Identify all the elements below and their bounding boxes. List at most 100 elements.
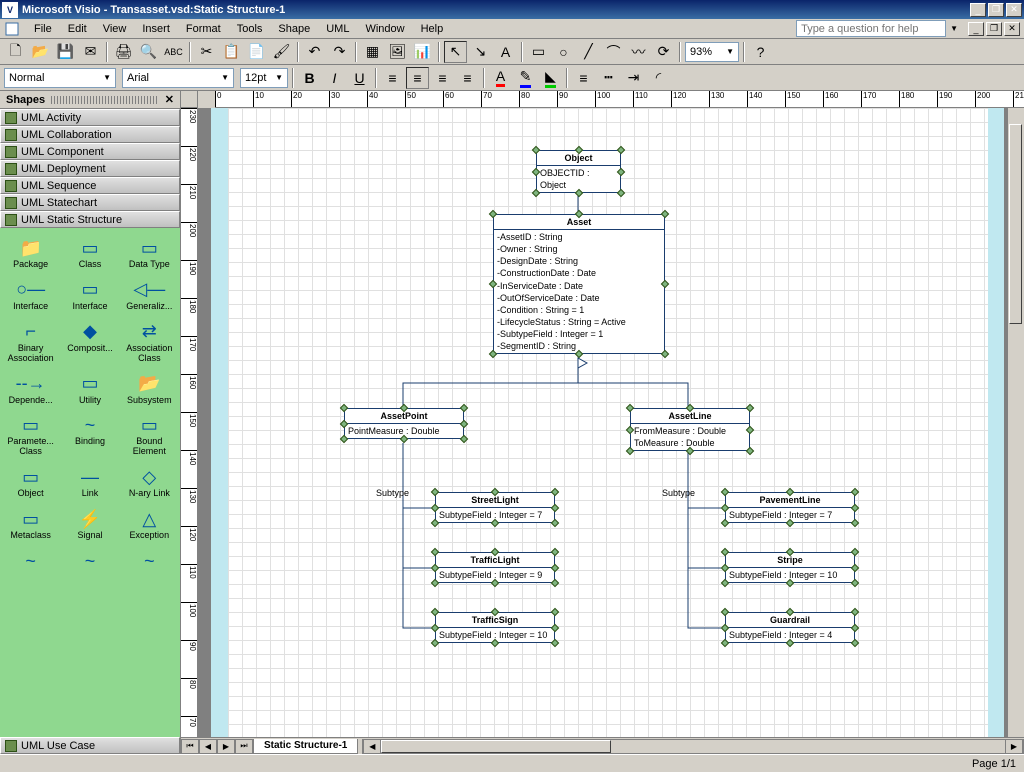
stencil-shape[interactable]: ▭Metaclass [2, 505, 59, 543]
stencil-shape[interactable]: ⚡Signal [61, 505, 118, 543]
selection-handle[interactable] [551, 519, 559, 527]
vertical-scrollbar[interactable] [1007, 108, 1024, 737]
selection-handle[interactable] [851, 519, 859, 527]
print-button[interactable]: 🖨 [112, 41, 135, 63]
style-combo[interactable]: Normal▼ [4, 68, 116, 88]
stencil-header[interactable]: UML Activity [0, 109, 180, 126]
align-center-button[interactable]: ≡ [406, 67, 429, 89]
text-tool-button[interactable]: A [494, 41, 517, 63]
stencil-shape[interactable]: △Exception [121, 505, 178, 543]
sheet-tab[interactable]: Static Structure-1 [253, 739, 358, 754]
font-color-button[interactable]: A [489, 67, 512, 89]
ellipse-tool-button[interactable]: ○ [552, 41, 575, 63]
selection-handle[interactable] [551, 639, 559, 647]
insert-picture-button[interactable]: 🖼 [386, 41, 409, 63]
sheet-prev-button[interactable]: ◀ [199, 739, 217, 754]
selection-handle[interactable] [617, 189, 625, 197]
minimize-button[interactable]: _ [970, 3, 986, 17]
shapes-window-button[interactable]: ▦ [361, 41, 384, 63]
selection-handle[interactable] [551, 579, 559, 587]
align-justify-button[interactable]: ≡ [456, 67, 479, 89]
uml-class-object[interactable]: Object OBJECTID : Object [536, 150, 621, 193]
sheet-first-button[interactable]: ⏮ [181, 739, 199, 754]
fill-color-button[interactable]: ◣ [539, 67, 562, 89]
fontsize-combo[interactable]: 12pt▼ [240, 68, 288, 88]
selection-handle[interactable] [661, 350, 669, 358]
doc-close-button[interactable]: ✕ [1004, 22, 1020, 36]
stencil-header[interactable]: UML Statechart [0, 194, 180, 211]
menu-view[interactable]: View [95, 21, 135, 37]
copy-button[interactable]: 📋 [220, 41, 243, 63]
stencil-shape[interactable]: ⇄Association Class [121, 318, 178, 366]
stencil-shape[interactable]: ◆Composit... [61, 318, 118, 366]
stencil-header-active[interactable]: UML Static Structure [0, 211, 180, 228]
stencil-shape[interactable]: 📁Package [2, 234, 59, 272]
help-dropdown-icon[interactable]: ▼ [950, 24, 958, 33]
stencil-header[interactable]: UML Component [0, 143, 180, 160]
stencil-shape[interactable]: ▭Bound Element [121, 411, 178, 459]
stencil-header[interactable]: UML Sequence [0, 177, 180, 194]
selection-handle[interactable] [851, 639, 859, 647]
corner-rounding-button[interactable]: ◜ [647, 67, 670, 89]
connector-tool-button[interactable]: ↘ [469, 41, 492, 63]
selection-handle[interactable] [460, 435, 468, 443]
freeform-tool-button[interactable]: 〰 [627, 41, 650, 63]
drawing-page[interactable]: Subtype Subtype Object OBJECTID : Object… [228, 108, 988, 737]
sheet-next-button[interactable]: ▶ [217, 739, 235, 754]
rotate-button[interactable]: ⟳ [652, 41, 675, 63]
menu-uml[interactable]: UML [318, 21, 357, 37]
stencil-header[interactable]: UML Collaboration [0, 126, 180, 143]
maximize-button[interactable]: ❐ [988, 3, 1004, 17]
line-weight-button[interactable]: ≡ [572, 67, 595, 89]
stencil-shape[interactable]: ◇N-ary Link [121, 463, 178, 501]
horizontal-scrollbar[interactable]: ◀ ▶ [362, 739, 1024, 754]
stencil-header[interactable]: UML Use Case [0, 737, 180, 754]
align-right-button[interactable]: ≡ [431, 67, 454, 89]
spell-button[interactable]: ABC [162, 41, 185, 63]
mail-button[interactable]: ✉ [79, 41, 102, 63]
doc-restore-button[interactable]: ❐ [986, 22, 1002, 36]
menu-edit[interactable]: Edit [60, 21, 95, 37]
line-pattern-button[interactable]: ┅ [597, 67, 620, 89]
line-color-button[interactable]: ✎ [514, 67, 537, 89]
stencil-shape[interactable]: ▭Paramete... Class [2, 411, 59, 459]
line-tool-button[interactable]: ╱ [577, 41, 600, 63]
stencil-header[interactable]: UML Deployment [0, 160, 180, 177]
font-combo[interactable]: Arial▼ [122, 68, 234, 88]
underline-button[interactable]: U [348, 67, 371, 89]
stencil-shape[interactable]: --→Depende... [2, 370, 59, 408]
new-button[interactable]: 🗋 [4, 41, 27, 63]
stencil-shape[interactable]: 📂Subsystem [121, 370, 178, 408]
zoom-combo[interactable]: 93%▼ [685, 42, 739, 62]
scroll-right-button[interactable]: ▶ [1005, 739, 1023, 754]
pointer-tool-button[interactable]: ↖ [444, 41, 467, 63]
menu-file[interactable]: File [26, 21, 60, 37]
menu-shape[interactable]: Shape [270, 21, 318, 37]
help-button[interactable]: ? [749, 41, 772, 63]
menu-window[interactable]: Window [357, 21, 412, 37]
line-ends-button[interactable]: ⇥ [622, 67, 645, 89]
italic-button[interactable]: I [323, 67, 346, 89]
scroll-thumb[interactable] [381, 740, 611, 753]
shapes-close-button[interactable]: ✕ [165, 93, 174, 106]
align-left-button[interactable]: ≡ [381, 67, 404, 89]
stencil-shape[interactable]: ▭Data Type [121, 234, 178, 272]
save-button[interactable]: 💾 [54, 41, 77, 63]
stencil-shape[interactable]: ○—Interface [2, 276, 59, 314]
redo-button[interactable]: ↷ [328, 41, 351, 63]
insert-chart-button[interactable]: 📊 [411, 41, 434, 63]
menu-insert[interactable]: Insert [134, 21, 178, 37]
format-painter-button[interactable]: 🖌 [270, 41, 293, 63]
scroll-thumb[interactable] [1009, 124, 1022, 324]
stencil-shape[interactable]: ▭Class [61, 234, 118, 272]
stencil-shape[interactable]: ~ [61, 547, 118, 575]
stencil-shape[interactable]: ◁—Generaliz... [121, 276, 178, 314]
sheet-last-button[interactable]: ⏭ [235, 739, 253, 754]
undo-button[interactable]: ↶ [303, 41, 326, 63]
uml-class-asset[interactable]: Asset -AssetID : String-Owner : String-D… [493, 214, 665, 354]
menu-tools[interactable]: Tools [229, 21, 271, 37]
help-search-input[interactable] [796, 20, 946, 37]
stencil-shape[interactable]: ⌐Binary Association [2, 318, 59, 366]
canvas-scroll[interactable]: Subtype Subtype Object OBJECTID : Object… [198, 108, 1007, 737]
open-button[interactable]: 📂 [29, 41, 52, 63]
